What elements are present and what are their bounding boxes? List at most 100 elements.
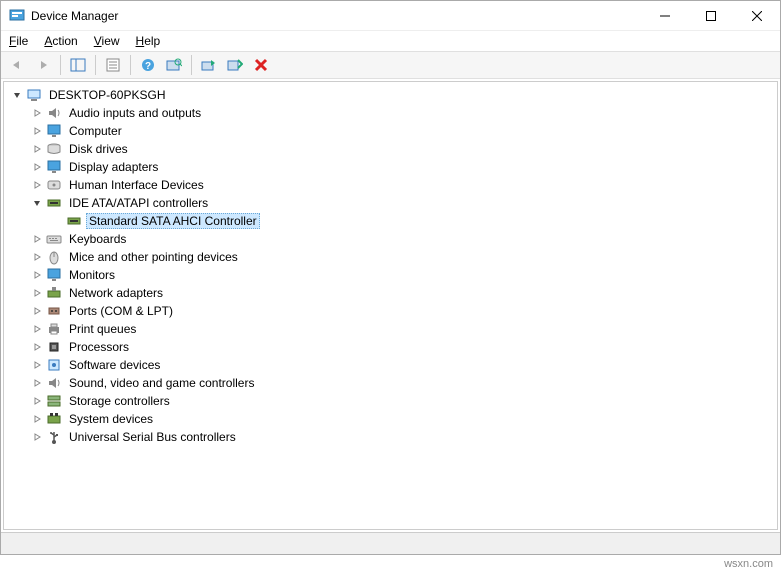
keyboard-icon [46, 231, 62, 247]
tree-category-node[interactable]: Computer [4, 122, 777, 140]
tree-category-label: Display adapters [66, 160, 161, 174]
computer-icon [26, 87, 42, 103]
chevron-right-icon[interactable] [30, 394, 44, 408]
network-icon [46, 285, 62, 301]
chevron-down-icon[interactable] [10, 88, 24, 102]
statusbar [1, 532, 780, 554]
usb-icon [46, 429, 62, 445]
tree-category-label: Software devices [66, 358, 163, 372]
tree-category-label: Processors [66, 340, 132, 354]
tree-category-node[interactable]: Disk drives [4, 140, 777, 158]
monitor-icon [46, 123, 62, 139]
monitor-icon [46, 159, 62, 175]
menubar: File Action View Help [1, 31, 780, 51]
chevron-right-icon[interactable] [30, 124, 44, 138]
tree-category-node[interactable]: System devices [4, 410, 777, 428]
chevron-right-icon[interactable] [30, 304, 44, 318]
device-tree-pane[interactable]: DESKTOP-60PKSGH Audio inputs and outputs C… [3, 81, 778, 530]
forward-button[interactable] [31, 53, 55, 77]
chevron-right-icon[interactable] [30, 340, 44, 354]
tree-category-label: Computer [66, 124, 125, 138]
system-icon [46, 411, 62, 427]
chevron-right-icon[interactable] [30, 376, 44, 390]
mouse-icon [46, 249, 62, 265]
chevron-right-icon[interactable] [30, 142, 44, 156]
tree-category-node[interactable]: Storage controllers [4, 392, 777, 410]
ide-icon [66, 213, 82, 229]
help-button[interactable]: ? [136, 53, 160, 77]
tree-category-node[interactable]: Display adapters [4, 158, 777, 176]
printer-icon [46, 321, 62, 337]
tree-category-node[interactable]: Keyboards [4, 230, 777, 248]
watermark: wsxn.com [724, 558, 773, 570]
chevron-right-icon[interactable] [30, 412, 44, 426]
ide-icon [46, 195, 62, 211]
device-manager-window: Device Manager File Action View Help ? D… [0, 0, 781, 555]
menu-view[interactable]: View [92, 34, 122, 48]
uninstall-device-button[interactable] [249, 53, 273, 77]
tree-category-node[interactable]: Audio inputs and outputs [4, 104, 777, 122]
tree-device-label: Standard SATA AHCI Controller [86, 213, 260, 229]
tree-category-label: Disk drives [66, 142, 131, 156]
chevron-right-icon[interactable] [30, 160, 44, 174]
tree-category-node[interactable]: Ports (COM & LPT) [4, 302, 777, 320]
maximize-button[interactable] [688, 1, 734, 31]
chevron-right-icon[interactable] [30, 322, 44, 336]
chevron-right-icon[interactable] [30, 106, 44, 120]
tree-device-node[interactable]: Standard SATA AHCI Controller [4, 212, 777, 230]
chevron-right-icon[interactable] [30, 358, 44, 372]
window-title: Device Manager [31, 9, 118, 23]
monitor-icon [46, 267, 62, 283]
app-icon [9, 8, 25, 24]
chevron-right-icon[interactable] [30, 178, 44, 192]
back-button[interactable] [5, 53, 29, 77]
chevron-right-icon[interactable] [30, 232, 44, 246]
tree-category-label: Sound, video and game controllers [66, 376, 257, 390]
window-controls [642, 1, 780, 30]
tree-category-label: Network adapters [66, 286, 166, 300]
tree-category-node[interactable]: Print queues [4, 320, 777, 338]
scan-hardware-button[interactable] [162, 53, 186, 77]
tree-category-label: Universal Serial Bus controllers [66, 430, 239, 444]
tree-category-label: Storage controllers [66, 394, 173, 408]
show-hide-tree-button[interactable] [66, 53, 90, 77]
menu-action[interactable]: Action [42, 34, 79, 48]
titlebar[interactable]: Device Manager [1, 1, 780, 31]
tree-category-node[interactable]: Sound, video and game controllers [4, 374, 777, 392]
speaker-icon [46, 375, 62, 391]
properties-button[interactable] [101, 53, 125, 77]
tree-category-node[interactable]: Software devices [4, 356, 777, 374]
tree-root-label: DESKTOP-60PKSGH [46, 88, 168, 102]
chevron-right-icon[interactable] [30, 268, 44, 282]
chevron-right-icon[interactable] [30, 250, 44, 264]
tree-category-label: Monitors [66, 268, 118, 282]
tree-root-node[interactable]: DESKTOP-60PKSGH [4, 86, 777, 104]
menu-file[interactable]: File [7, 34, 30, 48]
tree-category-node[interactable]: IDE ATA/ATAPI controllers [4, 194, 777, 212]
tree-category-label: Ports (COM & LPT) [66, 304, 176, 318]
tree-category-node[interactable]: Universal Serial Bus controllers [4, 428, 777, 446]
tree-category-node[interactable]: Monitors [4, 266, 777, 284]
tree-category-node[interactable]: Mice and other pointing devices [4, 248, 777, 266]
chevron-down-icon[interactable] [30, 196, 44, 210]
enable-device-button[interactable] [223, 53, 247, 77]
tree-category-label: Mice and other pointing devices [66, 250, 241, 264]
chevron-right-icon[interactable] [30, 430, 44, 444]
minimize-button[interactable] [642, 1, 688, 31]
tree-category-label: IDE ATA/ATAPI controllers [66, 196, 211, 210]
menu-help[interactable]: Help [134, 34, 163, 48]
software-icon [46, 357, 62, 373]
tree-category-node[interactable]: Processors [4, 338, 777, 356]
update-driver-button[interactable] [197, 53, 221, 77]
cpu-icon [46, 339, 62, 355]
tree-category-label: Print queues [66, 322, 139, 336]
tree-category-label: Keyboards [66, 232, 129, 246]
tree-category-node[interactable]: Human Interface Devices [4, 176, 777, 194]
disk-icon [46, 141, 62, 157]
close-button[interactable] [734, 1, 780, 31]
toolbar: ? [1, 51, 780, 79]
tree-category-label: Audio inputs and outputs [66, 106, 204, 120]
storage-icon [46, 393, 62, 409]
chevron-right-icon[interactable] [30, 286, 44, 300]
tree-category-node[interactable]: Network adapters [4, 284, 777, 302]
